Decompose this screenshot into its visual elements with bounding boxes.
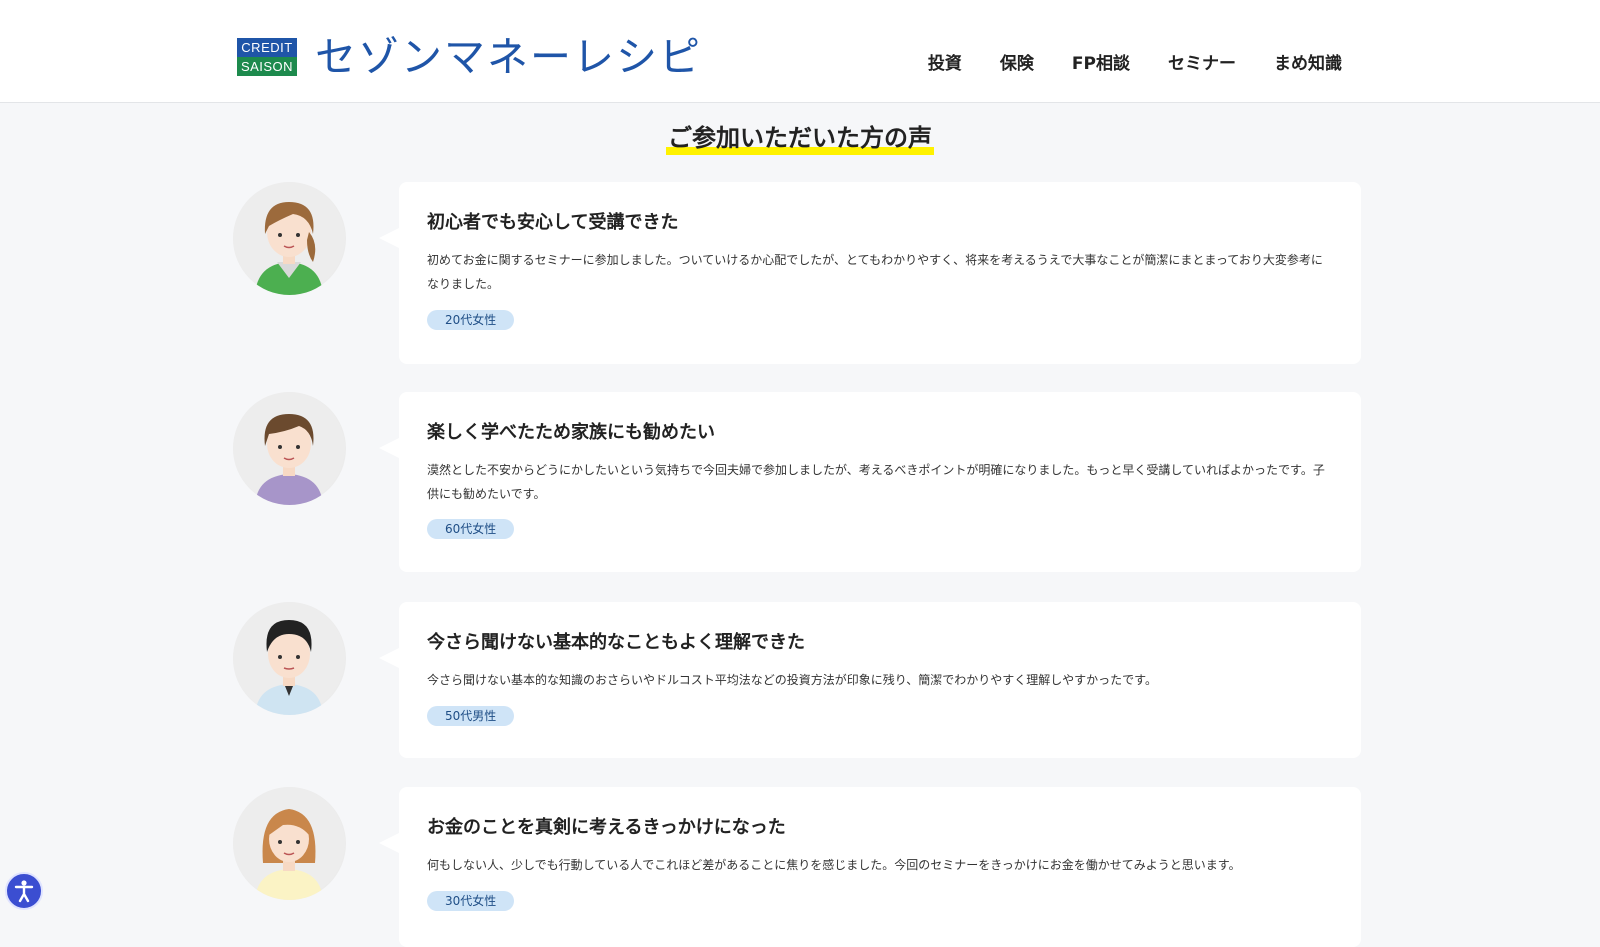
logo-wordmark: セゾンマネーレシピ xyxy=(315,33,702,81)
nav-item-fp-consultation[interactable]: FP相談 xyxy=(1072,49,1130,74)
testimonial-title: お金のことを真剣に考えるきっかけになった xyxy=(427,817,786,838)
testimonial-card: お金のことを真剣に考えるきっかけになった 何もしない人、少しでも行動している人で… xyxy=(379,787,1361,947)
man-avatar-icon xyxy=(233,602,346,715)
credit-saison-logo-icon: CREDIT SAISON xyxy=(237,38,297,76)
testimonial-body: 何もしない人、少しでも行動している人でこれほど差があることに焦りを感じました。今… xyxy=(427,858,1241,872)
testimonial-title: 今さら聞けない基本的なこともよく理解できた xyxy=(427,632,805,653)
nav-item-tips[interactable]: まめ知識 xyxy=(1274,49,1342,74)
main-nav: 投資 保険 FP相談 セミナー まめ知識 xyxy=(928,49,1342,74)
section-heading: ご参加いただいた方の声 xyxy=(0,118,1600,155)
age-gender-badge: 20代女性 xyxy=(427,310,515,330)
site-logo[interactable]: CREDIT SAISON セゾンマネーレシピ xyxy=(237,33,702,81)
testimonial-card: 初心者でも安心して受講できた 初めてお金に関するセミナーに参加しました。ついてい… xyxy=(379,182,1361,364)
testimonial-card: 今さら聞けない基本的なこともよく理解できた 今さら聞けない基本的な知識のおさらい… xyxy=(379,602,1361,758)
nav-item-investment[interactable]: 投資 xyxy=(928,49,962,74)
accessibility-button[interactable] xyxy=(5,872,43,910)
testimonial-card: 楽しく学べたため家族にも勧めたい 漠然とした不安からどうにかしたいという気持ちで… xyxy=(379,392,1361,572)
age-gender-badge: 50代男性 xyxy=(427,706,515,726)
woman-avatar-icon xyxy=(233,787,346,900)
testimonial-body: 今さら聞けない基本的な知識のおさらいやドルコスト平均法などの投資方法が印象に残り… xyxy=(427,673,1157,687)
age-gender-badge: 30代女性 xyxy=(427,891,515,911)
section-title: ご参加いただいた方の声 xyxy=(666,118,934,155)
young-woman-avatar-icon xyxy=(233,182,346,295)
older-woman-avatar-icon xyxy=(233,392,346,505)
testimonial-body: 初めてお金に関するセミナーに参加しました。ついていけるか心配でしたが、とてもわか… xyxy=(427,253,1323,291)
testimonial-title: 初心者でも安心して受講できた xyxy=(427,212,679,233)
logo-badge-top: CREDIT xyxy=(237,38,297,57)
nav-item-insurance[interactable]: 保険 xyxy=(1000,49,1034,74)
testimonial-body: 漠然とした不安からどうにかしたいという気持ちで今回夫婦で参加しましたが、考えるべ… xyxy=(427,463,1325,501)
nav-item-seminar[interactable]: セミナー xyxy=(1168,49,1236,74)
accessibility-icon xyxy=(14,880,34,903)
site-header: CREDIT SAISON セゾンマネーレシピ 投資 保険 FP相談 セミナー … xyxy=(0,0,1600,103)
logo-badge-bottom: SAISON xyxy=(237,57,297,76)
age-gender-badge: 60代女性 xyxy=(427,519,515,539)
testimonial-title: 楽しく学べたため家族にも勧めたい xyxy=(427,422,715,443)
